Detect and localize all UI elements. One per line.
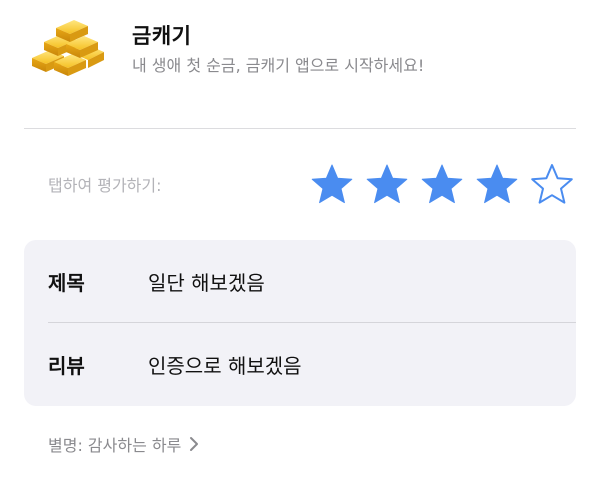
star-empty-icon[interactable]: [530, 162, 574, 206]
rating-label: 탭하여 평가하기:: [48, 176, 162, 195]
review-row[interactable]: 리뷰 인증으로 해보겠음: [24, 323, 576, 405]
nickname-link[interactable]: 별명: 감사하는 하루: [48, 432, 201, 456]
star-filled-icon[interactable]: [420, 162, 464, 206]
star-filled-icon[interactable]: [365, 162, 409, 206]
star-filled-icon[interactable]: [475, 162, 519, 206]
review-field[interactable]: 인증으로 해보겠음: [148, 350, 302, 379]
star-rating[interactable]: [310, 162, 574, 206]
app-header: 금캐기 내 생애 첫 순금, 금캐기 앱으로 시작하세요!: [24, 14, 576, 84]
gold-bars-icon: [28, 14, 108, 78]
title-row[interactable]: 제목 일단 해보겠음: [24, 240, 576, 322]
chevron-right-icon: [187, 436, 201, 452]
title-field[interactable]: 일단 해보겠음: [148, 267, 265, 296]
app-subtitle: 내 생애 첫 순금, 금캐기 앱으로 시작하세요!: [132, 56, 425, 75]
rating-row: 탭하여 평가하기:: [24, 160, 576, 206]
nickname-text: 별명: 감사하는 하루: [48, 436, 182, 455]
divider: [24, 128, 576, 129]
review-label: 리뷰: [48, 354, 85, 378]
app-title: 금캐기: [132, 24, 192, 48]
review-form: 제목 일단 해보겠음 리뷰 인증으로 해보겠음: [24, 240, 576, 406]
star-filled-icon[interactable]: [310, 162, 354, 206]
title-label: 제목: [48, 271, 85, 295]
